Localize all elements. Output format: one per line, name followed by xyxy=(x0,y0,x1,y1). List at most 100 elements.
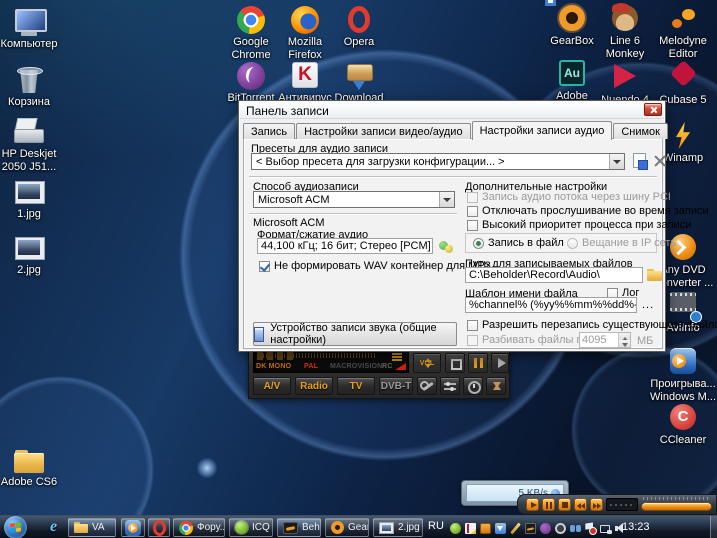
tab-video-audio-settings[interactable]: Настройки записи видео/аудио xyxy=(296,123,471,139)
browse-folder-icon[interactable] xyxy=(647,269,662,281)
checkbox-box xyxy=(467,206,478,217)
volume-button[interactable]: VOL xyxy=(413,353,441,373)
method-combobox[interactable]: Microsoft ACM xyxy=(253,191,455,208)
desktop-icon-melodyne[interactable]: Melodyne Editor xyxy=(651,5,715,61)
equalizer-button[interactable] xyxy=(440,377,460,395)
dialog-titlebar[interactable]: Панель записи xyxy=(240,102,664,119)
separator xyxy=(249,213,457,215)
language-indicator[interactable]: RU xyxy=(428,520,444,532)
desktop-icon-printer[interactable]: HP Deskjet 2050 J51... xyxy=(0,118,64,174)
mini-play-button[interactable] xyxy=(526,498,539,511)
taskbar-button-va[interactable]: VA xyxy=(68,518,116,537)
delete-preset-icon[interactable] xyxy=(653,154,667,168)
recycle-bin-icon xyxy=(16,66,43,94)
tray-download-master-icon[interactable] xyxy=(495,522,506,534)
wrench-settings-button[interactable] xyxy=(417,377,437,395)
source-av-button[interactable]: A/V xyxy=(253,377,291,395)
desktop-icon-1jpg[interactable]: 1.jpg xyxy=(0,178,64,221)
gearbox-icon xyxy=(559,5,585,31)
tray-icq-icon[interactable] xyxy=(450,522,461,534)
taskbar-button-gearbox[interactable]: Gear... xyxy=(325,518,369,537)
more-button[interactable]: ... xyxy=(642,299,654,311)
mini-stop-button[interactable] xyxy=(558,498,571,511)
desktop-icon-recycle-bin[interactable]: Корзина xyxy=(0,66,64,109)
spinner-arrows[interactable] xyxy=(618,333,630,347)
high-priority-checkbox[interactable]: Высокий приоритет процесса при записи xyxy=(467,219,691,231)
taskbar-button-icq[interactable]: ICQ xyxy=(229,518,273,537)
taskbar-button-2jpg[interactable]: 2.jpg ... xyxy=(373,518,423,537)
taskbar-button-opera[interactable] xyxy=(148,518,170,537)
volume-slider[interactable] xyxy=(641,502,712,511)
pause-button[interactable] xyxy=(468,353,488,373)
signal-wedge xyxy=(395,363,406,370)
radio-dot xyxy=(473,237,484,249)
icon-label: 2.jpg xyxy=(17,264,41,276)
channel-updown-button[interactable] xyxy=(486,377,506,395)
tab-audio-settings[interactable]: Настройки записи аудио xyxy=(471,121,613,140)
record-to-file-radio[interactable]: Запись в файл xyxy=(473,237,564,249)
taskbar-button-behold[interactable]: Beho... xyxy=(277,518,321,537)
indicator-audio-mode: DK MONO xyxy=(256,363,292,370)
indicator-rc: RC xyxy=(382,363,393,370)
taskbar-clock[interactable]: 13:23 xyxy=(622,521,650,533)
mini-player-bar xyxy=(517,494,717,515)
overwrite-checkbox[interactable]: Разрешить перезапись существующего файла xyxy=(467,319,717,331)
tray-pencil-icon[interactable] xyxy=(510,523,521,534)
format-picker-icon[interactable] xyxy=(439,238,455,254)
desktop-icon-ccleaner[interactable]: C CCleaner xyxy=(650,404,716,447)
icon-label: Компьютер xyxy=(0,38,58,50)
taskbar-button-wmp[interactable] xyxy=(121,518,145,537)
tab-snapshot[interactable]: Снимок xyxy=(613,123,668,139)
split-size-value: 4095 xyxy=(582,334,607,346)
desktop-icon-adobe-cs6[interactable]: Adobe CS6 xyxy=(0,450,64,489)
radio-label: Запись в файл xyxy=(488,237,564,249)
tray-kaspersky-icon[interactable] xyxy=(465,522,476,534)
source-dvbt-button[interactable]: DVB-T xyxy=(379,377,413,395)
wav-container-checkbox[interactable]: Не формировать WAV контейнер для MP3 xyxy=(259,260,491,272)
source-tv-button[interactable]: TV xyxy=(337,377,375,395)
tray-behold-tv-icon[interactable] xyxy=(525,522,536,534)
close-icon[interactable] xyxy=(644,103,662,116)
taskbar-button-label: ICQ xyxy=(252,522,270,533)
path-field[interactable]: C:\Beholder\Record\Audio\ xyxy=(465,267,643,283)
taskbar-button-forum[interactable]: Фору... xyxy=(173,518,225,537)
sound-device-button[interactable]: Устройство записи звука (общие настройки… xyxy=(253,322,457,346)
show-desktop-button[interactable] xyxy=(710,516,717,538)
opera-icon xyxy=(348,6,370,33)
tray-action-center-icon[interactable] xyxy=(585,523,597,535)
ip-broadcast-radio: Вещание в IP сеть xyxy=(567,237,676,249)
desktop-icon-wmp[interactable]: Проигрыва... Windows M... xyxy=(650,348,716,404)
format-field[interactable]: 44,100 кГц; 16 бит; Стерео [PCM] xyxy=(257,238,433,254)
tray-network-icon[interactable] xyxy=(600,523,612,534)
desktop-icon-line6-monkey[interactable]: Line 6 Monkey xyxy=(593,5,657,61)
tray-bittorrent-icon[interactable] xyxy=(540,522,551,534)
mute-while-recording-checkbox[interactable]: Отключать прослушивание во время записи xyxy=(467,205,709,217)
tray-binoculars-icon[interactable] xyxy=(570,523,581,534)
method-value: Microsoft ACM xyxy=(258,193,330,206)
desktop-icon-opera[interactable]: Opera xyxy=(324,6,394,49)
acm-group-label: Microsoft ACM xyxy=(253,217,325,229)
mini-forward-button[interactable] xyxy=(590,498,603,511)
ie-quicklaunch-icon[interactable]: e xyxy=(50,518,57,536)
desktop-icon-computer[interactable]: Компьютер xyxy=(0,8,64,51)
play-button[interactable] xyxy=(491,353,509,373)
split-size-spinner[interactable]: 4095 xyxy=(579,332,631,348)
mini-pause-button[interactable] xyxy=(542,498,555,511)
source-radio-button[interactable]: Radio xyxy=(295,377,333,395)
desktop-icon-download[interactable]: Download xyxy=(324,62,394,105)
save-preset-icon[interactable] xyxy=(633,153,648,170)
mini-rewind-button[interactable] xyxy=(574,498,587,511)
tv-tuner-control-panel: DK MONO PAL MACROVISION RC VOL A/V Radio… xyxy=(248,351,510,399)
template-field[interactable]: %channel% (%yy%%mm%%dd%-%hh%%nn% xyxy=(465,297,637,313)
desktop-icon-2jpg[interactable]: 2.jpg xyxy=(0,234,64,277)
mini-player-display xyxy=(606,498,638,511)
tab-record[interactable]: Запись xyxy=(243,123,296,139)
ccleaner-glyph: C xyxy=(677,408,689,425)
presets-combobox[interactable]: < Выбор пресета для загрузки конфигураци… xyxy=(251,153,625,170)
mini-player-slider-area xyxy=(641,495,712,514)
scheduler-button[interactable] xyxy=(463,377,483,395)
tray-ring-icon[interactable] xyxy=(555,522,566,534)
stop-button[interactable] xyxy=(445,353,465,373)
start-button[interactable] xyxy=(4,516,27,538)
tray-orange-app-icon[interactable] xyxy=(480,522,491,534)
